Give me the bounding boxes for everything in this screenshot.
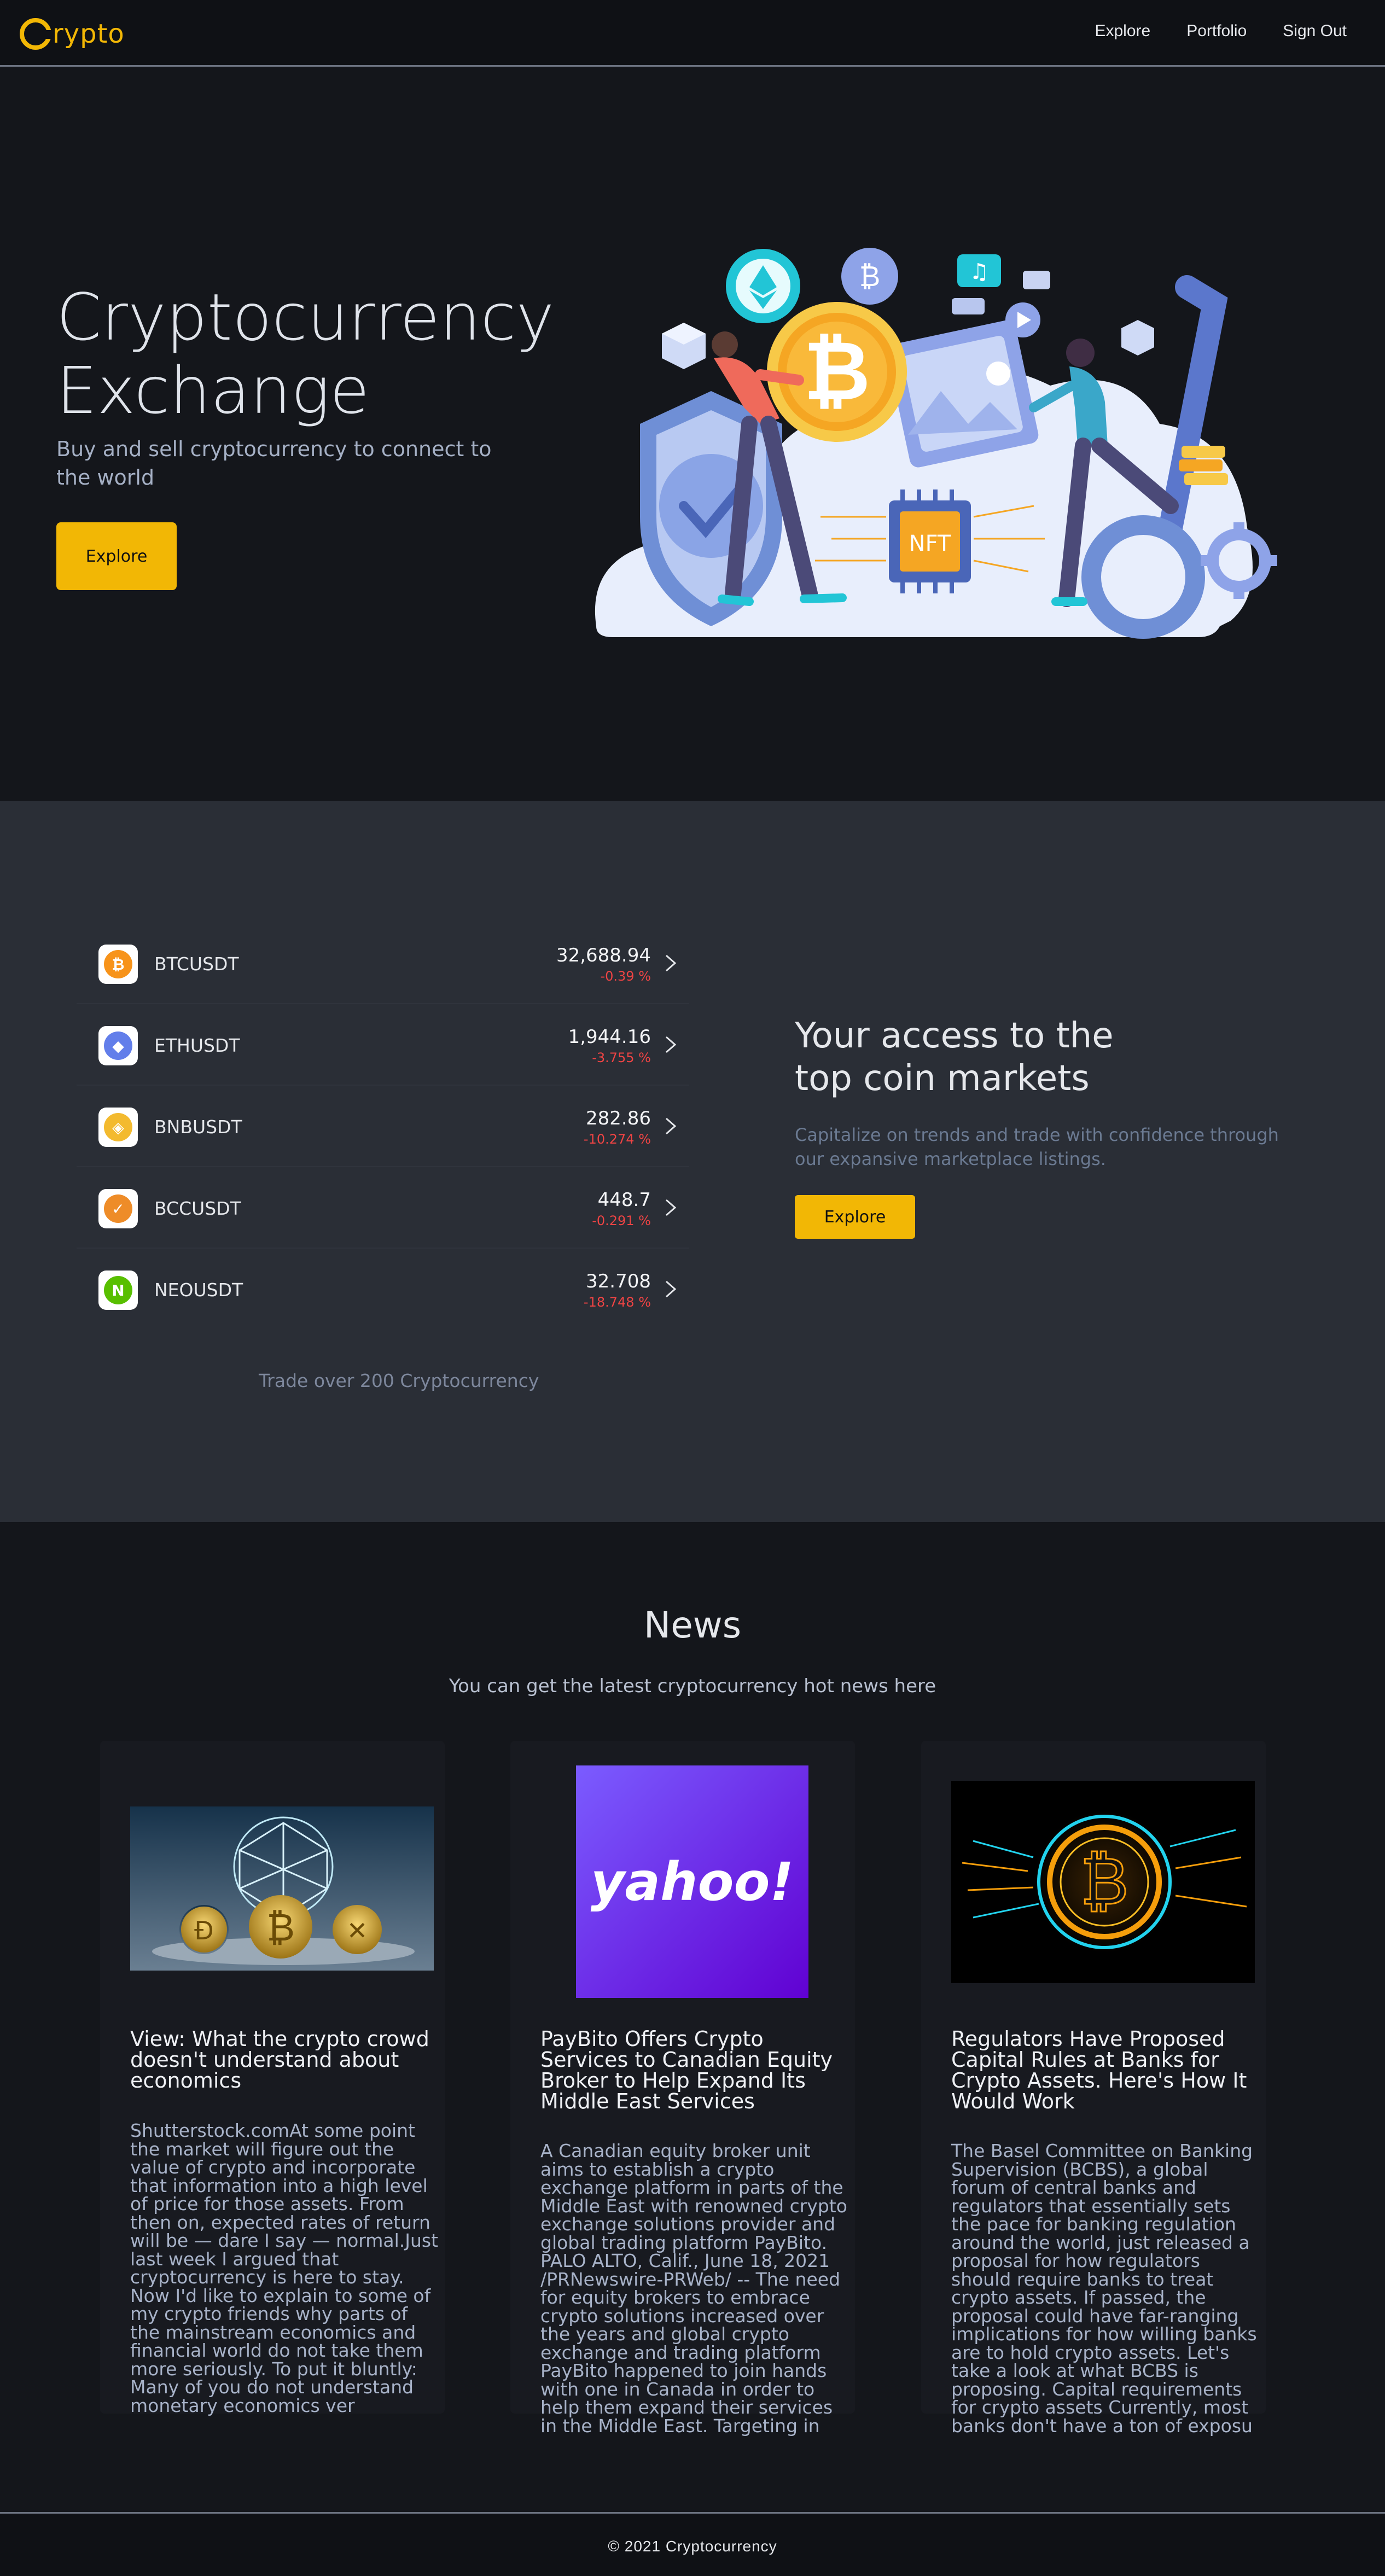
bitcoin-icon: ₿: [98, 945, 138, 984]
coin-pair: NEOUSDT: [154, 1279, 243, 1301]
hero-subtitle: Buy and sell cryptocurrency to connect t…: [56, 437, 492, 489]
nav-portfolio-link[interactable]: Portfolio: [1186, 22, 1247, 40]
coin-row-neousdt[interactable]: N NEOUSDT 32.708 -18.748 %: [77, 1249, 689, 1330]
svg-text:₿: ₿: [1080, 1844, 1129, 1920]
news-subtitle: You can get the latest cryptocurrency ho…: [449, 1675, 936, 1697]
logo-text: rypto: [53, 19, 125, 49]
coin-change: -0.291 %: [592, 1213, 651, 1228]
binance-icon: ◈: [98, 1108, 138, 1147]
news-title: News: [643, 1604, 742, 1646]
coin-price: 32.708: [586, 1270, 651, 1292]
news-card[interactable]: ₿ Regulators Have Proposed Capital Rules…: [921, 1741, 1266, 2435]
footer: © 2021 Cryptocurrency: [0, 2512, 1385, 2576]
news-card[interactable]: yahoo! PayBito Offers Crypto Services to…: [510, 1741, 855, 2435]
trade-note: Trade over 200 Cryptocurrency: [259, 1370, 539, 1391]
coin-pair: ETHUSDT: [154, 1035, 240, 1056]
nav-links: Explore Portfolio Sign Out: [1095, 22, 1347, 40]
markets-explore-button[interactable]: Explore: [795, 1195, 915, 1239]
ethereum-icon: ◆: [98, 1026, 138, 1065]
svg-text:NFT: NFT: [909, 531, 951, 556]
coin-row-bccusdt[interactable]: ✓ BCCUSDT 448.7 -0.291 %: [77, 1167, 689, 1249]
coin-row-ethusdt[interactable]: ◆ ETHUSDT 1,944.16 -3.755 %: [77, 1004, 689, 1086]
crypto-illustration: ₿ ♫ ₿ NFT: [595, 248, 1277, 639]
crypto-coins-image: ₿ Đ ✕: [130, 1806, 434, 1971]
svg-text:✕: ✕: [347, 1916, 368, 1945]
nav-sign-out-link[interactable]: Sign Out: [1283, 22, 1347, 40]
svg-text:♫: ♫: [969, 259, 989, 284]
chevron-right-icon[interactable]: [660, 1114, 682, 1138]
coin-row-btcusdt[interactable]: ₿ BTCUSDT 32,688.94 -0.39 %: [77, 923, 689, 1004]
coin-change: -3.755 %: [592, 1050, 651, 1065]
coin-pair: BCCUSDT: [154, 1198, 241, 1219]
yahoo-logo-text: yahoo!: [590, 1851, 794, 1913]
footer-copyright: © 2021 Cryptocurrency: [608, 2538, 777, 2555]
hero-title: Cryptocurrency Exchange: [56, 279, 555, 428]
hero-section: Cryptocurrency Exchange Buy and sell cry…: [0, 68, 1385, 801]
coin-row-bnbusdt[interactable]: ◈ BNBUSDT 282.86 -10.274 %: [77, 1086, 689, 1167]
svg-text:Đ: Đ: [194, 1916, 214, 1945]
top-navbar: rypto Explore Portfolio Sign Out: [0, 0, 1385, 67]
coin-change: -0.39 %: [600, 969, 651, 984]
news-card[interactable]: ₿ Đ ✕ View: What the crypto crowd doesn'…: [100, 1741, 445, 2416]
logo[interactable]: rypto: [20, 14, 125, 54]
coin-change: -10.274 %: [583, 1132, 651, 1147]
logo-c-icon: [20, 18, 53, 50]
news-card-title[interactable]: PayBito Offers Crypto Services to Canadi…: [540, 2029, 847, 2112]
coin-list: ₿ BTCUSDT 32,688.94 -0.39 % ◆ ETHUSDT 1,…: [77, 923, 689, 1330]
markets-section: ₿ BTCUSDT 32,688.94 -0.39 % ◆ ETHUSDT 1,…: [0, 801, 1385, 1522]
svg-text:₿: ₿: [266, 1905, 295, 1950]
news-card-body: Shutterstock.comAt some point the market…: [130, 2120, 439, 2416]
nav-explore-link[interactable]: Explore: [1095, 22, 1150, 40]
access-subtitle: Capitalize on trends and trade with conf…: [795, 1124, 1279, 1169]
svg-text:₿: ₿: [804, 324, 870, 419]
chevron-right-icon[interactable]: [660, 951, 682, 975]
chevron-right-icon[interactable]: [660, 1196, 682, 1220]
news-card-title[interactable]: View: What the crypto crowd doesn't unde…: [130, 2029, 437, 2091]
coin-price: 282.86: [586, 1108, 651, 1129]
yahoo-logo-image: yahoo!: [576, 1765, 808, 1998]
news-section: News You can get the latest cryptocurren…: [0, 1522, 1385, 2512]
news-card-title[interactable]: Regulators Have Proposed Capital Rules a…: [951, 2029, 1258, 2112]
coin-price: 32,688.94: [556, 945, 651, 966]
chevron-right-icon[interactable]: [660, 1277, 682, 1301]
bitcoin-cash-icon: ✓: [98, 1189, 138, 1228]
coin-pair: BTCUSDT: [154, 953, 239, 975]
news-card-body: A Canadian equity broker unit aims to es…: [540, 2140, 847, 2437]
coin-change: -18.748 %: [583, 1295, 651, 1310]
coin-price: 448.7: [597, 1189, 651, 1211]
news-card-body: The Basel Committee on Banking Supervisi…: [951, 2140, 1257, 2437]
hero-explore-button[interactable]: Explore: [56, 522, 177, 590]
coin-pair: BNBUSDT: [154, 1116, 242, 1138]
neo-icon: N: [98, 1270, 138, 1310]
access-title: Your access to the top coin markets: [795, 1016, 1114, 1099]
bitcoin-circuit-image: ₿: [951, 1781, 1255, 1983]
svg-text:₿: ₿: [859, 260, 881, 293]
coin-price: 1,944.16: [568, 1026, 651, 1048]
chevron-right-icon[interactable]: [660, 1033, 682, 1057]
